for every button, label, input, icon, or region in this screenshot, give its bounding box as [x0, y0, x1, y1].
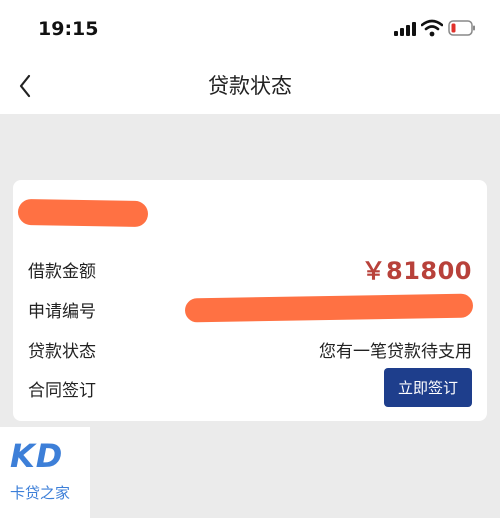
- signal-icon: [394, 22, 418, 36]
- wifi-icon: [421, 19, 443, 37]
- amount-value: ￥81800: [361, 257, 472, 285]
- watermark-logo: KD: [10, 437, 64, 475]
- loan-info-card: 借款金额 ￥81800 申请编号 贷款状态 您有一笔贷款待支用 合同签订 立即签…: [13, 180, 487, 421]
- redacted-application-no: [184, 293, 474, 323]
- redacted-name: [17, 198, 149, 228]
- status-time: 19:15: [38, 18, 99, 40]
- loan-status-value: 您有一笔贷款待支用: [319, 342, 472, 362]
- contract-label: 合同签订: [28, 381, 96, 401]
- header-area: 19:15 贷款状态: [0, 0, 500, 114]
- battery-icon: [448, 20, 475, 36]
- watermark-text: 卡贷之家: [10, 484, 71, 502]
- amount-label: 借款金额: [28, 262, 96, 282]
- loan-status-label: 贷款状态: [28, 342, 96, 362]
- application-no-label: 申请编号: [28, 302, 96, 322]
- watermark: KD 卡贷之家: [0, 427, 90, 518]
- page-title: 贷款状态: [208, 74, 292, 98]
- sign-now-button[interactable]: 立即签订: [384, 368, 472, 407]
